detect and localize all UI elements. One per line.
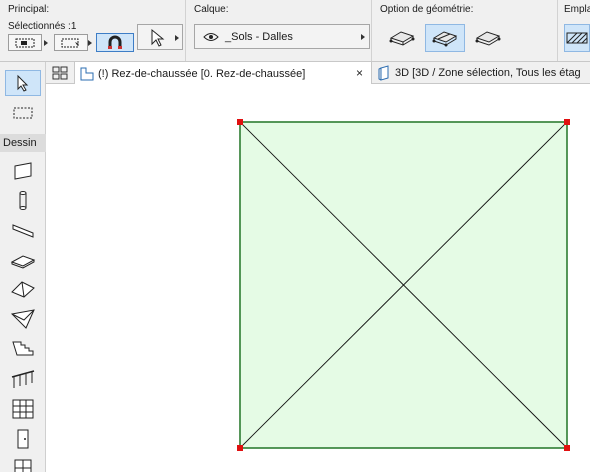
tab-floor-plan[interactable]: (!) Rez-de-chaussée [0. Rez-de-chaussée]… — [74, 62, 372, 85]
floor-plan-icon — [80, 67, 94, 80]
grid-view-icon — [52, 66, 68, 80]
geometry-polygonal-button[interactable] — [382, 24, 422, 52]
hotspot-marker[interactable] — [564, 445, 570, 451]
tab-3d-label: 3D [3D / Zone sélection, Tous les étag — [395, 67, 581, 79]
slab-icon — [10, 255, 36, 269]
tool-wall[interactable] — [5, 158, 41, 184]
hotspot-marker[interactable] — [237, 119, 243, 125]
railing-icon — [11, 370, 35, 388]
arrow-tool-dropdown-icon[interactable] — [175, 35, 179, 41]
arrow-tool-button[interactable] — [137, 24, 183, 50]
tab-3d[interactable]: 3D [3D / Zone sélection, Tous les étag — [374, 62, 590, 84]
tool-marquee[interactable] — [5, 100, 41, 126]
selection-count: Sélectionnés :1 — [8, 21, 77, 32]
hatch-icon — [566, 32, 588, 44]
slab-rotated-icon — [475, 31, 501, 46]
floor-plan-drawing[interactable] — [46, 84, 590, 472]
slab-rectangular-icon — [432, 31, 458, 47]
drawing-canvas[interactable] — [46, 84, 590, 472]
layer-title: Calque: — [194, 4, 229, 15]
window-icon — [14, 459, 32, 472]
layer-select[interactable]: _Sols - Dalles — [194, 24, 370, 49]
geometry-title: Option de géométrie: — [380, 4, 474, 15]
tool-stair[interactable] — [5, 336, 41, 362]
beam-icon — [12, 224, 34, 238]
marquee-rect-icon — [13, 107, 33, 119]
hotspot-marker[interactable] — [237, 445, 243, 451]
geometry-rotated-button[interactable] — [468, 24, 508, 52]
info-box: Principal: Sélectionnés :1 Calque: _Sols… — [0, 0, 590, 62]
placement-button[interactable] — [564, 24, 590, 52]
tool-railing[interactable] — [5, 366, 41, 392]
geometry-rectangular-button[interactable] — [425, 24, 465, 52]
toolbox-section-design[interactable]: Dessin — [0, 134, 46, 152]
marquee-selection-button[interactable] — [54, 34, 88, 51]
hotspot-marker[interactable] — [564, 119, 570, 125]
placement-title: Emplac — [564, 4, 590, 15]
arrow-pointer-icon — [17, 74, 29, 92]
toolbox: Dessin — [0, 62, 46, 472]
tab-overview-button[interactable] — [50, 64, 70, 82]
principal-title: Principal: — [8, 4, 50, 15]
curtain-wall-icon — [12, 399, 34, 419]
tab-floor-plan-label: (!) Rez-de-chaussée [0. Rez-de-chaussée] — [98, 67, 306, 80]
element-selection-icon — [15, 38, 35, 47]
stair-icon — [12, 341, 34, 356]
tool-beam[interactable] — [5, 218, 41, 244]
tool-window[interactable] — [5, 454, 41, 472]
door-icon — [17, 429, 29, 449]
magic-wand-button[interactable] — [96, 33, 134, 52]
marquee-icon — [61, 38, 79, 47]
view-tab-bar: (!) Rez-de-chaussée [0. Rez-de-chaussée]… — [46, 62, 590, 85]
magnet-icon — [108, 35, 122, 49]
column-icon — [19, 191, 27, 210]
tab-close-icon[interactable]: × — [356, 66, 363, 80]
ghost-selection-button[interactable] — [8, 34, 42, 51]
tool-arrow[interactable] — [5, 70, 41, 96]
slab-polygonal-icon — [389, 31, 415, 46]
arrow-cursor-icon — [151, 28, 165, 47]
marquee-dropdown-icon[interactable] — [88, 40, 92, 46]
3d-view-icon — [378, 65, 389, 81]
tool-shell[interactable] — [5, 306, 41, 332]
eye-icon — [203, 32, 219, 41]
tool-roof[interactable] — [5, 276, 41, 302]
tool-door[interactable] — [5, 426, 41, 452]
shell-icon — [10, 309, 35, 329]
principal-panel: Principal: Sélectionnés :1 — [0, 0, 186, 61]
ghost-selection-dropdown-icon[interactable] — [44, 40, 48, 46]
tool-column[interactable] — [5, 188, 41, 214]
layer-dropdown-icon — [361, 34, 365, 40]
roof-icon — [11, 281, 35, 298]
tool-slab[interactable] — [5, 248, 41, 274]
wall-icon — [14, 162, 32, 180]
layer-name: _Sols - Dalles — [225, 30, 293, 43]
tool-curtain-wall[interactable] — [5, 396, 41, 422]
